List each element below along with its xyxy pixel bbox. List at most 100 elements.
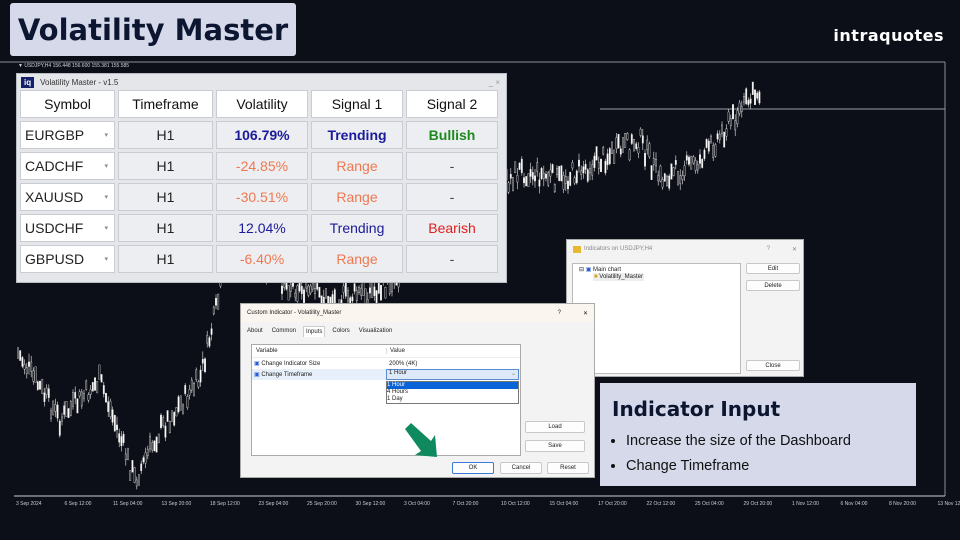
candle: [173, 412, 176, 426]
candle: [212, 306, 215, 315]
x-tick-label: 17 Oct 20:00: [598, 501, 627, 507]
candle: [283, 283, 286, 289]
symbol-select[interactable]: GBPUSD ▾: [20, 245, 115, 273]
candle: [575, 170, 578, 184]
candle: [113, 415, 116, 432]
symbol-select[interactable]: USDCHF ▾: [20, 214, 115, 242]
volatility-cell: 106.79%: [216, 121, 308, 149]
cancel-button[interactable]: Cancel: [500, 462, 542, 474]
candle: [624, 133, 627, 148]
candle: [65, 400, 68, 417]
page-title: Volatility Master: [10, 3, 296, 56]
candle: [569, 172, 572, 186]
info-bullet: Change Timeframe: [626, 454, 916, 479]
option-1-hour[interactable]: 1 Hour: [387, 382, 518, 389]
candle: [193, 383, 195, 396]
header-signal-2: Signal 2: [406, 90, 498, 118]
tab-colors[interactable]: Colors: [330, 326, 351, 337]
tree-item-main-chart[interactable]: ⊟ ▣ Main chart: [579, 266, 734, 273]
load-button[interactable]: Load: [525, 421, 585, 433]
candle: [611, 141, 613, 154]
symbol-select[interactable]: CADCHF ▾: [20, 152, 115, 180]
tree-item-volatility-master[interactable]: ■ Volatility_Master: [593, 273, 644, 281]
help-button[interactable]: ?: [558, 310, 561, 316]
symbol-select[interactable]: EURGBP ▾: [20, 121, 115, 149]
candle: [540, 168, 543, 179]
x-tick-label: 29 Oct 20:00: [744, 501, 773, 507]
candle: [712, 145, 715, 159]
candle: [325, 288, 327, 299]
candle: [142, 457, 145, 463]
candle: [157, 433, 160, 444]
candle: [355, 290, 358, 302]
candle: [663, 173, 666, 182]
x-tick-label: 13 Nov 12:00: [938, 501, 960, 507]
tab-inputs[interactable]: Inputs: [303, 326, 326, 337]
delete-button[interactable]: Delete: [746, 280, 800, 291]
dashboard-title: Volatility Master - v1.5: [40, 77, 119, 87]
candle: [591, 164, 594, 176]
close-button[interactable]: Close: [746, 360, 800, 371]
candle: [144, 452, 147, 464]
tab-about[interactable]: About: [245, 326, 265, 337]
candle: [523, 177, 525, 184]
save-button[interactable]: Save: [525, 440, 585, 452]
candle: [617, 133, 620, 149]
col-value: Value: [386, 348, 405, 354]
candle: [50, 410, 52, 419]
timeframe-cell: H1: [118, 245, 213, 273]
x-tick-label: 7 Oct 20:00: [453, 501, 479, 507]
tab-common[interactable]: Common: [270, 326, 298, 337]
option-4-hours[interactable]: 4 Hours: [387, 389, 518, 396]
candle: [182, 404, 184, 414]
candle: [549, 169, 552, 177]
edit-button[interactable]: Edit: [746, 263, 800, 274]
candle: [54, 404, 57, 412]
signal-1-cell: Range: [311, 245, 403, 273]
candle: [287, 285, 290, 301]
param-row[interactable]: ▣ Change Timeframe 1 Hour ⌄: [252, 369, 520, 380]
option-1-day[interactable]: 1 Day: [387, 396, 518, 403]
symbol-select[interactable]: XAUUSD ▾: [20, 183, 115, 211]
candle: [311, 282, 314, 290]
candle: [344, 281, 347, 297]
candle: [514, 161, 517, 174]
candle: [107, 401, 110, 412]
chevron-down-icon: ▾: [104, 194, 108, 201]
candle: [296, 285, 299, 302]
inputs-table: Variable Value ▣ Change Indicator Size 2…: [251, 344, 521, 456]
candle: [56, 404, 59, 419]
candle: [531, 172, 534, 180]
candle: [602, 147, 605, 155]
window-controls[interactable]: _ ×: [489, 78, 500, 87]
help-button[interactable]: ?: [767, 246, 770, 252]
chevron-down-icon: ▾: [104, 256, 108, 263]
candle: [146, 448, 149, 457]
volatility-cell: -24.85%: [216, 152, 308, 180]
x-tick-label: 11 Sep 04:00: [113, 501, 143, 507]
candle: [188, 389, 191, 396]
candle: [512, 177, 514, 192]
candle: [380, 284, 382, 301]
indicators-icon: [573, 245, 581, 253]
candle: [168, 421, 171, 433]
param-row[interactable]: ▣ Change Indicator Size 200% (4K): [252, 358, 520, 369]
indicators-dialog: Indicators on USDJPY,H4 ? ✕ ⊟ ▣ Main cha…: [566, 239, 804, 377]
candle: [78, 391, 81, 397]
dashboard-titlebar[interactable]: iq Volatility Master - v1.5 _ ×: [17, 74, 506, 90]
candle: [98, 364, 101, 380]
candle: [703, 149, 706, 159]
timeframe-select[interactable]: 1 Hour ⌄: [386, 369, 519, 380]
candle: [551, 164, 554, 173]
tab-visualization[interactable]: Visualization: [357, 326, 395, 337]
x-tick-label: 8 Nov 20:00: [889, 501, 916, 507]
close-icon[interactable]: ✕: [792, 246, 797, 253]
dashboard-logo: iq: [21, 76, 35, 88]
ok-button[interactable]: OK: [452, 462, 494, 474]
reset-button[interactable]: Reset: [547, 462, 589, 474]
signal-2-cell: -: [406, 183, 498, 211]
candle: [745, 88, 748, 105]
candle: [74, 392, 77, 399]
close-icon[interactable]: ✕: [583, 310, 588, 317]
param-icon: ▣: [254, 372, 260, 378]
